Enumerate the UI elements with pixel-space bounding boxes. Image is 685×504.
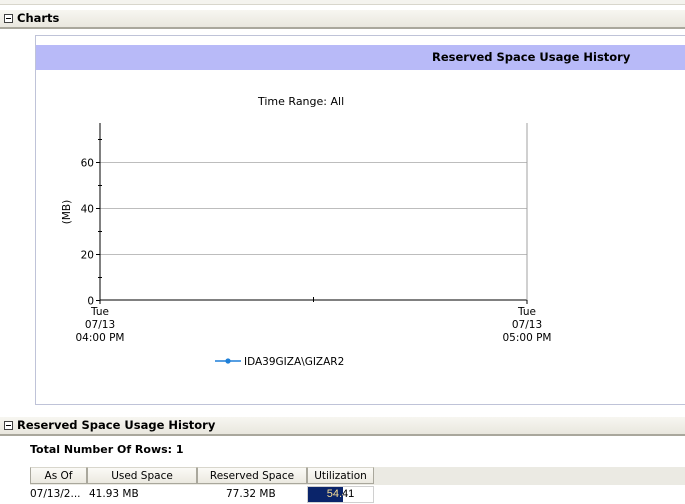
total-rows-label: Total Number Of Rows: 1 <box>30 443 184 456</box>
y-tick-label: 40 <box>81 204 94 216</box>
column-header-used-space[interactable]: Used Space <box>87 467 197 484</box>
utilization-cell: 54.41 <box>307 486 374 503</box>
x-tick-label: Tue <box>90 306 109 318</box>
y-tick-label: 20 <box>81 250 94 262</box>
x-tick-label: 07/13 <box>512 319 542 331</box>
column-header-as-of[interactable]: As Of <box>30 467 87 484</box>
y-axis-label: (MB) <box>61 200 73 224</box>
legend-label: IDA39GIZA\GIZAR2 <box>244 356 344 368</box>
cell-reserved-space: 77.32 MB <box>226 488 276 500</box>
x-tick-label: 05:00 PM <box>503 332 552 344</box>
collapse-icon[interactable] <box>4 421 13 430</box>
history-section-title: Reserved Space Usage History <box>17 418 216 432</box>
history-section-header[interactable]: Reserved Space Usage History <box>0 417 685 436</box>
legend-marker <box>225 358 231 364</box>
cell-used-space: 41.93 MB <box>89 488 139 500</box>
column-header-reserved-space[interactable]: Reserved Space <box>197 467 307 484</box>
utilization-value: 54.41 <box>326 488 355 500</box>
chart-plot: 0204060 Tue07/1304:00 PMTue07/1305:00 PM… <box>61 123 552 368</box>
cell-as-of: 07/13/2... <box>30 488 81 500</box>
x-tick-label: Tue <box>517 306 536 318</box>
column-header-utilization[interactable]: Utilization <box>307 467 374 484</box>
x-tick-label: 07/13 <box>85 319 115 331</box>
y-tick-label: 60 <box>81 158 94 170</box>
x-tick-label: 04:00 PM <box>76 332 125 344</box>
